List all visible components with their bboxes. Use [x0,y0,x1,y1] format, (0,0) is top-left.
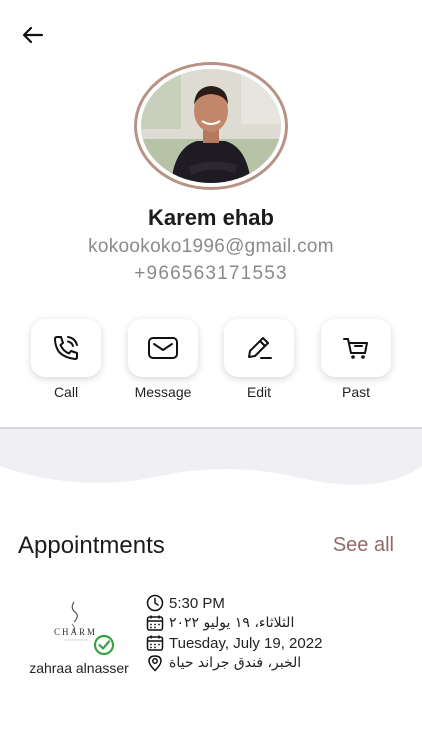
phone-icon [54,336,78,360]
see-all-link[interactable]: See all [333,534,394,557]
profile-email: kokookoko1996@gmail.com [88,236,334,257]
appointment-date-arabic: الثلاثاء، ١٩ يوليو ٢٠٢٢ [169,615,295,631]
profile-name: Karem ehab [148,205,274,230]
clock-icon [146,594,164,612]
appointments-title: Appointments [18,532,165,559]
past-label: Past [341,384,370,400]
verified-check-icon [93,634,115,656]
appointment-date-english-row: Tuesday, July 19, 2022 [146,633,322,653]
message-button[interactable]: Message [127,319,199,400]
appointment-time-row: 5:30 PM [146,593,225,613]
edit-tile[interactable] [224,319,294,377]
wave-divider [0,427,422,485]
edit-button[interactable]: Edit [223,319,295,400]
call-label: Call [53,384,79,400]
appointment-date-english: Tuesday, July 19, 2022 [169,634,323,652]
edit-label: Edit [246,384,272,400]
past-tile[interactable] [321,319,391,377]
mail-icon [148,337,178,359]
message-label: Message [134,384,192,400]
avatar [134,62,288,190]
cart-icon [343,338,368,359]
call-tile[interactable] [31,319,101,377]
edit-pencil-icon [248,337,272,359]
profile-phone: +966563171553 [134,263,288,284]
calendar-icon [146,615,164,631]
call-button[interactable]: Call [30,319,102,400]
vendor-name: zahraa alnasser [29,660,129,676]
appointment-location: الخبر، فندق جراند حياة [169,655,302,671]
back-button[interactable] [18,20,48,50]
vendor-logo: CHARM [50,598,120,658]
appointment-date-arabic-row: الثلاثاء، ١٩ يوليو ٢٠٢٢ [146,613,294,633]
past-button[interactable]: Past [320,319,392,400]
appointment-time: 5:30 PM [169,594,225,612]
vendor-logo-text: CHARM [54,627,97,637]
message-tile[interactable] [128,319,198,377]
appointment-location-row: الخبر، فندق جراند حياة [146,653,301,673]
calendar-icon [146,635,164,651]
avatar-photo [141,69,281,183]
location-pin-icon [148,655,162,672]
arrow-left-icon [22,26,44,44]
